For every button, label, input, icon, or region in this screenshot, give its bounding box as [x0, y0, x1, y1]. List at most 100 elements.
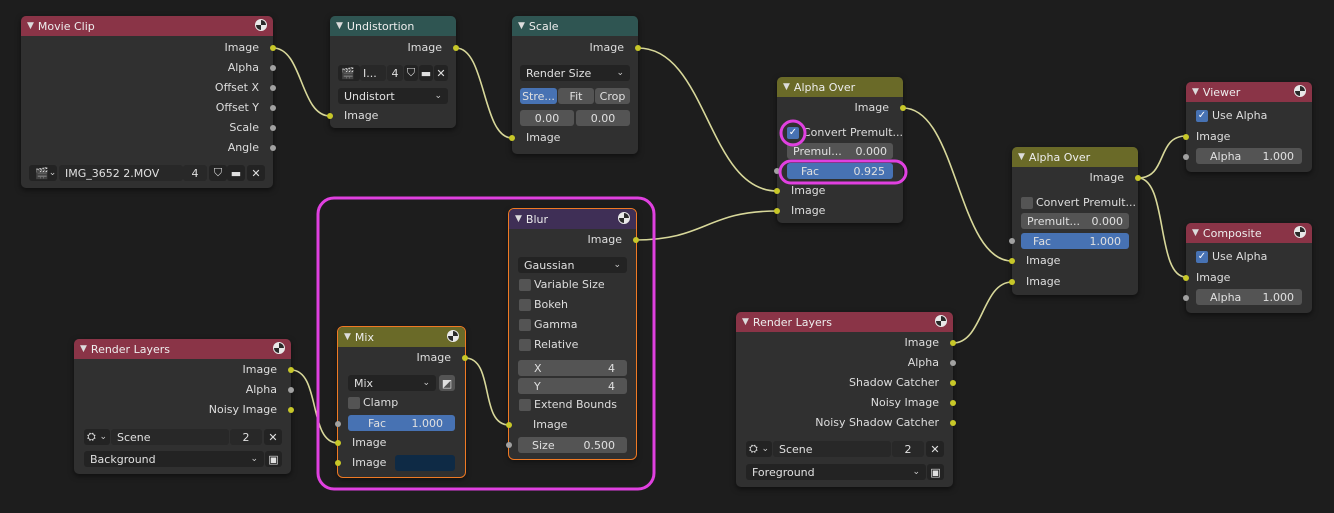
- socket-scale-out[interactable]: [270, 125, 276, 131]
- socket-image-in-2[interactable]: [1009, 279, 1015, 285]
- gamma-checkbox[interactable]: [519, 319, 531, 331]
- open-clip-button[interactable]: ▬: [419, 65, 433, 81]
- collapse-chevron-icon[interactable]: ▼: [80, 344, 87, 354]
- socket-offset-x-out[interactable]: [270, 85, 276, 91]
- node-blur[interactable]: ▼ Blur Image Gaussian ⌄ Variable Size Bok…: [506, 208, 639, 460]
- node-header[interactable]: ▼ Movie Clip: [21, 16, 273, 36]
- variable-size-checkbox[interactable]: [519, 279, 531, 291]
- alpha-slider[interactable]: Alpha 1.000: [1196, 148, 1302, 164]
- socket-image-out[interactable]: [1135, 175, 1141, 181]
- premultiplied-slider[interactable]: Premul... 0.000: [787, 143, 893, 159]
- collapse-chevron-icon[interactable]: ▼: [742, 317, 749, 327]
- node-header[interactable]: ▼ Composite: [1186, 223, 1312, 243]
- fit-fit-button[interactable]: Fit: [558, 88, 594, 104]
- fake-user-button[interactable]: ⛉: [404, 65, 418, 81]
- socket-noisy-image-out[interactable]: [288, 407, 294, 413]
- socket-noisy-shadow-catcher-out[interactable]: [950, 420, 956, 426]
- render-layer-button[interactable]: ▣: [265, 451, 282, 467]
- clamp-checkbox[interactable]: [348, 397, 360, 409]
- extend-bounds-checkbox[interactable]: [519, 399, 531, 411]
- clip-name-field[interactable]: IMG_3652 2.MOV: [59, 165, 183, 181]
- socket-alpha-out[interactable]: [950, 360, 956, 366]
- node-header[interactable]: ▼ Undistortion: [330, 16, 456, 36]
- socket-image-in-1[interactable]: [1009, 258, 1015, 264]
- color-swatch[interactable]: [395, 455, 455, 471]
- node-preview-icon[interactable]: [447, 330, 459, 342]
- clip-users-count[interactable]: 4: [183, 165, 207, 181]
- node-composite[interactable]: ▼ Composite ✓ Use Alpha Image Alpha 1.00…: [1183, 223, 1312, 313]
- socket-image-in-1[interactable]: [335, 440, 341, 446]
- collapse-chevron-icon[interactable]: ▼: [518, 21, 525, 31]
- alpha-slider[interactable]: Alpha 1.000: [1196, 289, 1302, 305]
- scene-name-field[interactable]: Scene: [773, 441, 891, 457]
- socket-alpha-out[interactable]: [288, 387, 294, 393]
- fake-user-button[interactable]: ⛉: [209, 165, 227, 181]
- fac-slider[interactable]: Fac 1.000: [348, 415, 455, 431]
- socket-size-in[interactable]: [506, 442, 512, 448]
- blur-filter-dropdown[interactable]: Gaussian ⌄: [518, 257, 627, 273]
- clip-browse-button[interactable]: 🎬 ⌄: [29, 165, 57, 181]
- blend-mode-dropdown[interactable]: Mix ⌄: [348, 375, 436, 391]
- socket-image-in[interactable]: [1183, 134, 1189, 140]
- fac-slider[interactable]: Fac 0.925: [787, 163, 893, 179]
- scale-space-dropdown[interactable]: Render Size ⌄: [520, 65, 630, 81]
- offset-x-field[interactable]: 0.00: [520, 110, 574, 126]
- node-header[interactable]: ▼ Alpha Over: [777, 77, 903, 97]
- fit-crop-button[interactable]: Crop: [595, 88, 630, 104]
- collapse-chevron-icon[interactable]: ▼: [344, 332, 351, 342]
- fit-stretch-button[interactable]: Stre...: [520, 88, 557, 104]
- socket-image-out[interactable]: [453, 45, 459, 51]
- collapse-chevron-icon[interactable]: ▼: [1192, 228, 1199, 238]
- node-preview-icon[interactable]: [935, 315, 947, 327]
- node-header[interactable]: ▼ Render Layers: [74, 339, 291, 359]
- node-preview-icon[interactable]: [618, 212, 630, 224]
- unlink-scene-button[interactable]: ✕: [926, 441, 944, 457]
- node-viewer[interactable]: ▼ Viewer ✓ Use Alpha Image Alpha 1.000: [1183, 82, 1312, 172]
- node-header[interactable]: ▼ Viewer: [1186, 82, 1312, 102]
- socket-image-out[interactable]: [950, 340, 956, 346]
- collapse-chevron-icon[interactable]: ▼: [515, 214, 522, 224]
- use-alpha-checkbox[interactable]: ✓: [1196, 110, 1208, 122]
- socket-image-in[interactable]: [1183, 275, 1189, 281]
- socket-image-out[interactable]: [633, 237, 639, 243]
- fac-slider[interactable]: Fac 1.000: [1021, 233, 1129, 249]
- node-header[interactable]: ▼ Alpha Over: [1012, 147, 1138, 167]
- convert-premultiplied-checkbox[interactable]: ✓: [787, 127, 799, 139]
- scene-browse-button[interactable]: ⛭ ⌄: [84, 429, 110, 445]
- socket-image-in[interactable]: [509, 135, 515, 141]
- convert-premultiplied-checkbox[interactable]: [1021, 197, 1033, 209]
- socket-image-in-2[interactable]: [774, 208, 780, 214]
- clip-browse-button[interactable]: 🎬: [338, 65, 360, 81]
- collapse-chevron-icon[interactable]: ▼: [27, 21, 34, 31]
- clip-users-count[interactable]: 4: [387, 65, 403, 81]
- undistort-mode-dropdown[interactable]: Undistort ⌄: [338, 88, 448, 104]
- socket-fac-in[interactable]: [774, 168, 780, 174]
- socket-image-out[interactable]: [288, 367, 294, 373]
- scene-users-count[interactable]: 2: [230, 429, 262, 445]
- socket-noisy-image-out[interactable]: [950, 400, 956, 406]
- socket-alpha-in[interactable]: [1183, 295, 1189, 301]
- collapse-chevron-icon[interactable]: ▼: [336, 21, 343, 31]
- node-alpha-over-1[interactable]: ▼ Alpha Over Image ✓ Convert Premult... …: [774, 77, 906, 223]
- socket-image-out[interactable]: [635, 45, 641, 51]
- socket-image-in[interactable]: [506, 422, 512, 428]
- socket-fac-in[interactable]: [1009, 238, 1015, 244]
- node-preview-icon[interactable]: [255, 19, 267, 31]
- node-render-layers-1[interactable]: ▼ Render Layers Image Alpha Noisy Image …: [74, 339, 294, 474]
- socket-image-in-1[interactable]: [774, 188, 780, 194]
- node-undistortion[interactable]: ▼ Undistortion Image 🎬 I... 4 ⛉ ▬ ✕ Undi…: [327, 16, 459, 128]
- socket-alpha-out[interactable]: [270, 65, 276, 71]
- scene-name-field[interactable]: Scene: [111, 429, 229, 445]
- node-movie-clip[interactable]: ▼ Movie Clip Image Alpha Offset X Offset…: [21, 16, 276, 188]
- clip-name-field[interactable]: I...: [360, 65, 386, 81]
- node-alpha-over-2[interactable]: ▼ Alpha Over Image Convert Premult... Pr…: [1009, 147, 1141, 295]
- unlink-clip-button[interactable]: ✕: [247, 165, 265, 181]
- render-layer-button[interactable]: ▣: [927, 464, 944, 480]
- use-alpha-toggle[interactable]: ◩: [439, 375, 455, 391]
- scene-browse-button[interactable]: ⛭ ⌄: [746, 441, 772, 457]
- scene-users-count[interactable]: 2: [892, 441, 924, 457]
- node-header[interactable]: ▼ Render Layers: [736, 312, 953, 332]
- collapse-chevron-icon[interactable]: ▼: [1192, 87, 1199, 97]
- node-header[interactable]: ▼ Mix: [338, 327, 465, 347]
- collapse-chevron-icon[interactable]: ▼: [1018, 152, 1025, 162]
